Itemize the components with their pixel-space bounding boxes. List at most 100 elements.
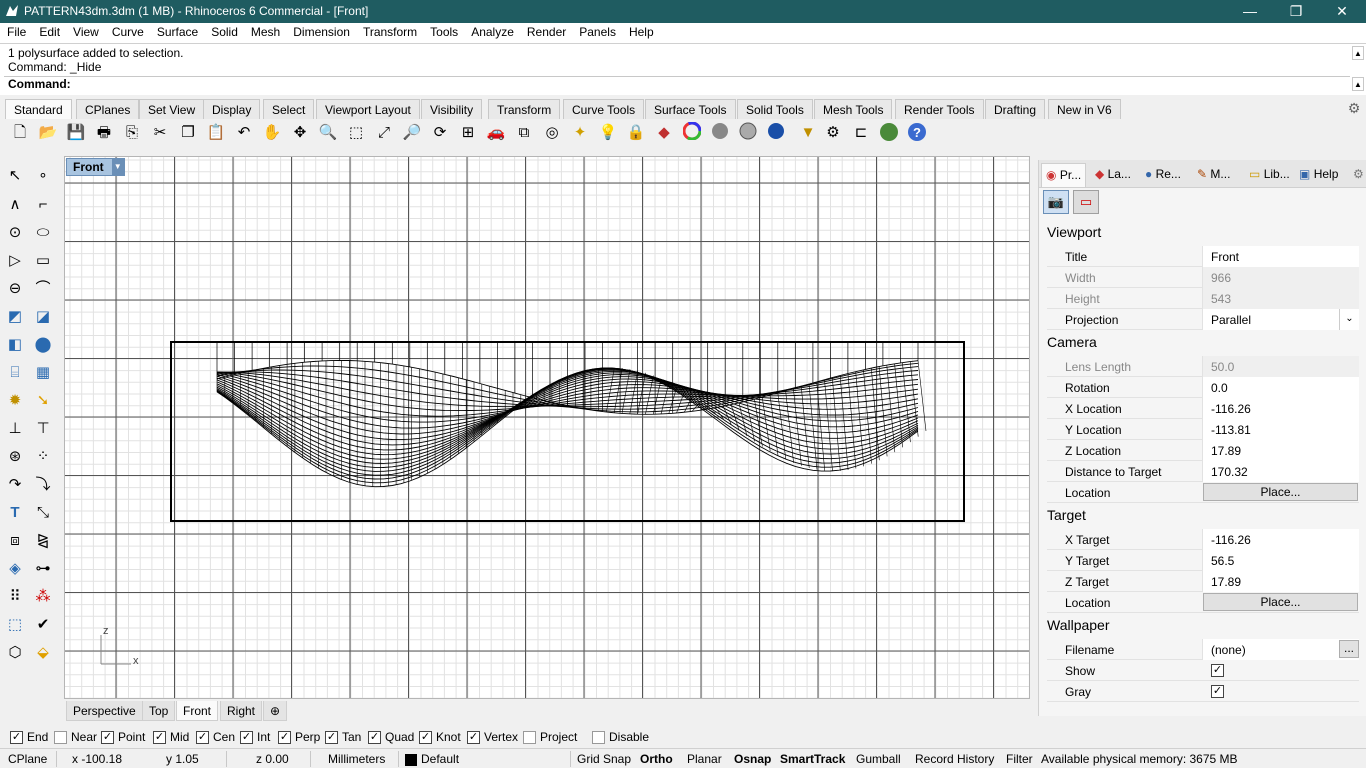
filter-toggle[interactable]: Filter <box>1006 752 1033 766</box>
bulb-icon[interactable]: 💡 <box>597 122 619 144</box>
menu-view[interactable]: View <box>66 23 105 39</box>
lights-icon[interactable]: ✦ <box>569 122 591 144</box>
osnap-int[interactable]: ✓ Int <box>240 730 270 744</box>
boolean-icon[interactable]: ⬤ <box>31 333 55 357</box>
menu-edit[interactable]: Edit <box>32 23 66 39</box>
tab-properties[interactable]: ◉ Pr... <box>1041 163 1087 187</box>
polygon-icon[interactable]: ▷ <box>3 249 27 273</box>
prop-rotation[interactable]: Rotation 0.0 <box>1047 377 1359 398</box>
paste-icon[interactable]: 📋 <box>205 122 227 144</box>
ungroup-icon[interactable]: ⁘ <box>31 445 55 469</box>
fillet-icon[interactable]: ↷ <box>3 473 27 497</box>
record-history-toggle[interactable]: Record History <box>915 752 994 766</box>
tab-render[interactable]: ● Re... <box>1141 163 1185 187</box>
gear-icon[interactable]: ⚙ <box>1346 100 1362 116</box>
osnap-tan[interactable]: ✓ Tan <box>325 730 361 744</box>
scroll-up-icon[interactable]: ▲ <box>1352 46 1364 60</box>
viewport-title[interactable]: Front ▼ <box>66 158 125 176</box>
new-file-icon[interactable]: 🗋 <box>9 122 31 144</box>
projection-select[interactable]: Parallel <box>1202 309 1359 330</box>
maximize-button[interactable]: ❐ <box>1273 0 1319 23</box>
menu-mesh[interactable]: Mesh <box>244 23 286 39</box>
grid-snap-toggle[interactable]: Grid Snap <box>577 752 631 766</box>
point-icon[interactable]: ∘ <box>31 164 55 188</box>
osnap-checkbox[interactable] <box>54 730 67 744</box>
tab-standard[interactable]: Standard <box>5 99 72 119</box>
layer-icon[interactable]: ⧉ <box>513 122 535 144</box>
filter-icon[interactable]: ▼ <box>797 122 819 144</box>
tab-mesh-tools[interactable]: Mesh Tools <box>814 99 893 119</box>
tab-select[interactable]: Select <box>263 99 315 119</box>
cage-edit-icon[interactable]: ⬚ <box>3 613 27 637</box>
tab-libraries[interactable]: ▭ Lib... <box>1245 163 1294 187</box>
zoom-icon[interactable]: 🔍 <box>317 122 339 144</box>
text-icon[interactable]: T <box>3 501 27 525</box>
layer-color-swatch[interactable] <box>405 754 417 766</box>
menu-render[interactable]: Render <box>520 23 572 39</box>
analyze-arrow-icon[interactable]: ➘ <box>31 389 55 413</box>
tab-perspective[interactable]: Perspective <box>66 701 143 721</box>
close-button[interactable]: ✕ <box>1319 0 1365 23</box>
osnap-checkbox[interactable]: ✓ <box>325 730 338 744</box>
circle-target-icon[interactable]: ◎ <box>541 122 563 144</box>
osnap-point[interactable]: ✓ Point <box>101 730 145 744</box>
prop-z-target[interactable]: Z Target 17.89 <box>1047 571 1359 592</box>
sphere-shaded-icon[interactable] <box>737 122 759 144</box>
osnap-project[interactable]: Project <box>523 730 577 744</box>
menu-analyze[interactable]: Analyze <box>464 23 520 39</box>
osnap-cen[interactable]: ✓ Cen <box>196 730 235 744</box>
menu-file[interactable]: File <box>0 23 32 39</box>
viewport-menu-icon[interactable]: ▼ <box>111 159 124 175</box>
tab-curve-tools[interactable]: Curve Tools <box>563 99 645 119</box>
title-value[interactable]: Front <box>1202 246 1359 267</box>
osnap-checkbox[interactable] <box>592 730 605 744</box>
tab-viewport-layout[interactable]: Viewport Layout <box>316 99 420 119</box>
grid-array-icon[interactable]: ⠿ <box>3 585 27 609</box>
tab-drafting[interactable]: Drafting <box>985 99 1046 119</box>
color-wheel-icon[interactable] <box>681 121 703 144</box>
gray-checkbox[interactable]: ✓ <box>1211 685 1224 698</box>
zoom-selected-icon[interactable]: 🔎 <box>401 122 423 144</box>
planar-toggle[interactable]: Planar <box>687 752 722 766</box>
tab-materials[interactable]: ✎ M... <box>1193 163 1234 187</box>
chamfer-icon[interactable]: ⤵ <box>31 473 55 497</box>
osnap-perp[interactable]: ✓ Perp <box>278 730 320 744</box>
minimize-button[interactable]: — <box>1227 0 1273 23</box>
cut-icon[interactable]: ✂ <box>149 122 171 144</box>
sphere-blue-icon[interactable] <box>765 122 787 144</box>
gumball-toggle[interactable]: Gumball <box>856 752 901 766</box>
help-icon[interactable]: ? <box>906 122 928 144</box>
group-icon[interactable]: ⊛ <box>3 445 27 469</box>
rotate-camera-icon[interactable]: ⟳ <box>429 122 451 144</box>
tab-layers[interactable]: ◆ La... <box>1091 163 1135 187</box>
menu-panels[interactable]: Panels <box>572 23 622 39</box>
osnap-checkbox[interactable]: ✓ <box>153 730 166 744</box>
panel-gear-icon[interactable]: ⚙ <box>1349 163 1366 187</box>
tab-visibility[interactable]: Visibility <box>421 99 483 119</box>
menu-solid[interactable]: Solid <box>204 23 244 39</box>
extrude-surface-icon[interactable]: ◪ <box>31 305 55 329</box>
paint-icon[interactable]: ⬙ <box>31 641 55 665</box>
tab-surface-tools[interactable]: Surface Tools <box>645 99 736 119</box>
ruler-icon[interactable]: ⊶ <box>31 557 55 581</box>
tab-new-in-v6[interactable]: New in V6 <box>1048 99 1121 119</box>
front-viewport[interactable]: Front ▼ z x <box>64 156 1030 699</box>
undo-icon[interactable]: ↶ <box>233 122 255 144</box>
layer-color-icon[interactable]: ◆ <box>653 122 675 144</box>
units-label[interactable]: Millimeters <box>328 752 385 766</box>
select-arrow-icon[interactable]: ↖ <box>3 164 27 188</box>
viewport-canvas[interactable] <box>65 157 1030 699</box>
osnap-vertex[interactable]: ✓ Vertex <box>467 730 518 744</box>
osnap-checkbox[interactable]: ✓ <box>196 730 209 744</box>
tab-help[interactable]: ▣ Help <box>1295 163 1342 187</box>
cylinder-icon[interactable]: ⌸ <box>3 361 27 385</box>
menu-dimension[interactable]: Dimension <box>286 23 356 39</box>
chevron-down-icon[interactable]: ⌄ <box>1339 309 1359 330</box>
osnap-toggle[interactable]: Osnap <box>734 752 771 766</box>
curve-points-icon[interactable]: ⌐ <box>31 193 55 217</box>
add-viewport-icon[interactable]: ⊕ <box>263 701 288 721</box>
four-viewports-icon[interactable]: ⊞ <box>457 122 479 144</box>
menu-surface[interactable]: Surface <box>150 23 204 39</box>
layer-label[interactable]: Default <box>421 752 459 766</box>
osnap-near[interactable]: Near <box>54 730 97 744</box>
